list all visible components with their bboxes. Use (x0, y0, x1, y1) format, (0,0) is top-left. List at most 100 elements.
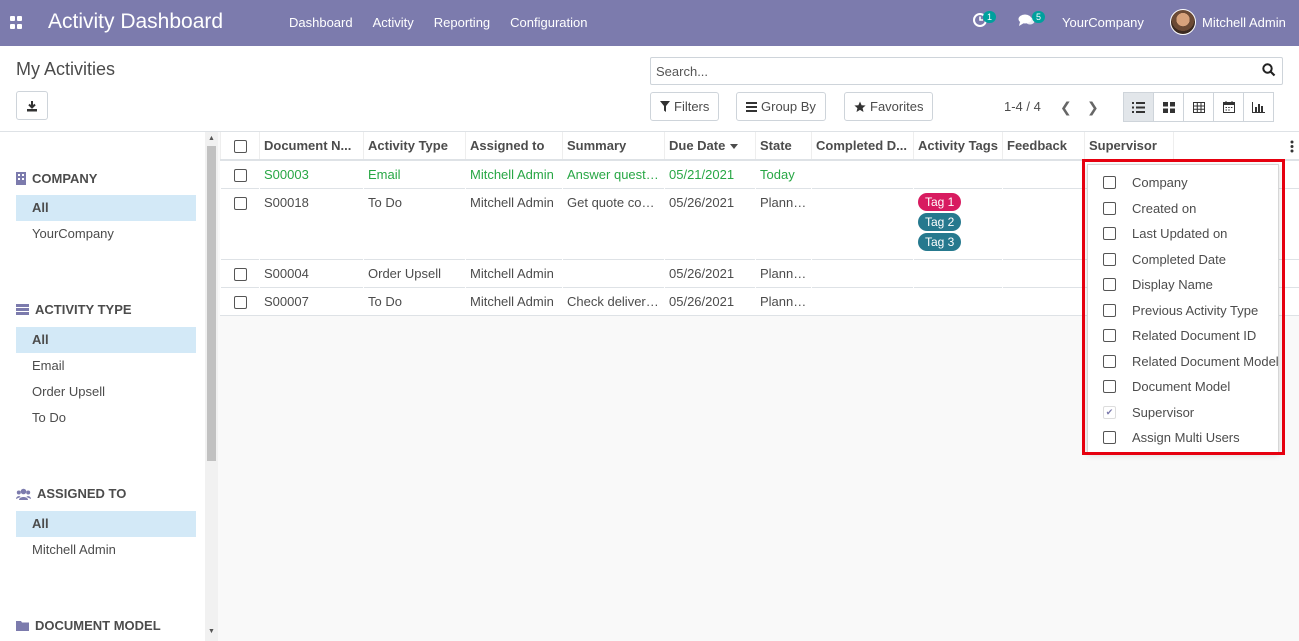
select-all-checkbox-cell[interactable] (220, 132, 260, 161)
cell-document[interactable]: S00007 (259, 287, 364, 317)
cell-summary[interactable]: Answer questi… (562, 159, 665, 189)
list-view-button[interactable] (1123, 92, 1154, 122)
filter-company-yourcompany[interactable]: YourCompany (16, 221, 196, 247)
row-checkbox[interactable] (233, 197, 247, 211)
cell-completed-date[interactable] (811, 159, 914, 189)
column-activity-type[interactable]: Activity Type (363, 132, 466, 161)
cell-assigned-to[interactable]: Mitchell Admin (465, 259, 563, 288)
row-checkbox-cell[interactable] (220, 159, 260, 189)
cell-assigned-to[interactable]: Mitchell Admin (465, 188, 563, 260)
cell-summary[interactable]: Get quote con… (562, 188, 665, 260)
cell-state[interactable]: Planned (755, 259, 812, 288)
cell-activity-type[interactable]: Email (363, 159, 466, 189)
favorites-button[interactable]: Favorites (844, 92, 934, 121)
cell-activity-tags[interactable] (913, 287, 1003, 317)
pager-value[interactable]: 1-4 / 4 (1004, 99, 1041, 114)
cell-document[interactable]: S00003 (259, 159, 364, 189)
column-activity-tags[interactable]: Activity Tags (913, 132, 1003, 161)
cell-activity-tags[interactable] (913, 159, 1003, 189)
search-icon[interactable] (1262, 63, 1276, 77)
filter-assigned-to-mitchell-admin[interactable]: Mitchell Admin (16, 537, 196, 563)
cell-due-date[interactable]: 05/26/2021 (664, 188, 756, 260)
filters-button[interactable]: Filters (650, 92, 720, 121)
cell-activity-tags[interactable] (913, 259, 1003, 288)
cell-assigned-to[interactable]: Mitchell Admin (465, 287, 563, 317)
group-by-label: Group By (761, 99, 816, 114)
cell-activity-tags[interactable]: Tag 1 Tag 2 Tag 3 (913, 188, 1003, 260)
tag-badge[interactable]: Tag 3 (918, 233, 962, 252)
column-due-date[interactable]: Due Date (664, 132, 756, 161)
cell-assigned-to[interactable]: Mitchell Admin (465, 159, 563, 189)
filter-activity-type-email[interactable]: Email (16, 353, 196, 379)
cell-feedback[interactable] (1002, 259, 1085, 288)
row-checkbox[interactable] (233, 268, 247, 282)
cell-activity-type[interactable]: To Do (363, 287, 466, 317)
cell-state[interactable]: Today (755, 159, 812, 189)
column-assigned-to[interactable]: Assigned to (465, 132, 563, 161)
scroll-thumb[interactable] (207, 146, 216, 461)
activity-type-section-title: ACTIVITY TYPE (16, 302, 132, 317)
menu-dashboard[interactable]: Dashboard (289, 15, 353, 30)
row-checkbox[interactable] (233, 169, 247, 183)
cell-due-date[interactable]: 05/26/2021 (664, 287, 756, 317)
search-input[interactable] (656, 64, 1236, 79)
activity-menu[interactable]: 1 (973, 11, 997, 30)
column-supervisor[interactable]: Supervisor (1084, 132, 1174, 161)
column-summary[interactable]: Summary (562, 132, 665, 161)
row-checkbox-cell[interactable] (220, 188, 260, 260)
search-panel-scrollbar[interactable]: ▲ ▼ (205, 132, 218, 641)
cell-state[interactable]: Planned (755, 188, 812, 260)
select-all-checkbox[interactable] (233, 140, 247, 154)
search-bar[interactable] (650, 57, 1283, 85)
cell-activity-type[interactable]: Order Upsell (363, 259, 466, 288)
menu-reporting[interactable]: Reporting (434, 15, 490, 30)
menu-activity[interactable]: Activity (373, 15, 414, 30)
cell-completed-date[interactable] (811, 287, 914, 317)
export-button[interactable] (16, 91, 48, 120)
filter-company-all[interactable]: All (16, 195, 196, 221)
scroll-up-icon[interactable]: ▲ (208, 135, 215, 142)
row-checkbox-cell[interactable] (220, 259, 260, 288)
cell-due-date[interactable]: 05/26/2021 (664, 259, 756, 288)
column-document[interactable]: Document N... (259, 132, 364, 161)
cell-completed-date[interactable] (811, 259, 914, 288)
row-checkbox-cell[interactable] (220, 287, 260, 317)
scroll-down-icon[interactable]: ▼ (208, 628, 215, 635)
cell-due-date[interactable]: 05/21/2021 (664, 159, 756, 189)
pivot-view-button[interactable] (1183, 92, 1214, 122)
tag-badge[interactable]: Tag 2 (918, 213, 962, 232)
pager-next-icon[interactable]: ❯ (1087, 99, 1099, 116)
column-state[interactable]: State (755, 132, 812, 161)
menu-configuration[interactable]: Configuration (510, 15, 587, 30)
filter-assigned-to-all[interactable]: All (16, 511, 196, 537)
search-panel: COMPANY All YourCompany ACTIVITY TYPE Al… (0, 132, 205, 641)
cell-state[interactable]: Planned (755, 287, 812, 317)
filter-activity-type-all[interactable]: All (16, 327, 196, 353)
graph-view-button[interactable] (1243, 92, 1274, 122)
calendar-view-button[interactable] (1213, 92, 1244, 122)
column-completed-date[interactable]: Completed D... (811, 132, 914, 161)
tag-badge[interactable]: Tag 1 (918, 193, 962, 212)
cell-completed-date[interactable] (811, 188, 914, 260)
cell-document[interactable]: S00018 (259, 188, 364, 260)
kebab-menu-icon[interactable] (1290, 140, 1294, 153)
column-feedback[interactable]: Feedback (1002, 132, 1085, 161)
cell-activity-type[interactable]: To Do (363, 188, 466, 260)
app-title[interactable]: Activity Dashboard (48, 10, 223, 34)
cell-feedback[interactable] (1002, 287, 1085, 317)
filter-activity-type-to-do[interactable]: To Do (16, 405, 196, 431)
cell-summary[interactable] (562, 259, 665, 288)
pager-previous-icon[interactable]: ❮ (1060, 99, 1072, 116)
cell-summary[interactable]: Check deliver… (562, 287, 665, 317)
company-switcher[interactable]: YourCompany (1062, 15, 1144, 30)
cell-feedback[interactable] (1002, 159, 1085, 189)
messaging-menu[interactable]: 5 (1018, 11, 1046, 30)
cell-feedback[interactable] (1002, 188, 1085, 260)
filter-activity-type-order-upsell[interactable]: Order Upsell (16, 379, 196, 405)
cell-document[interactable]: S00004 (259, 259, 364, 288)
apps-menu-icon[interactable] (10, 16, 23, 29)
group-by-button[interactable]: Group By (736, 92, 826, 121)
user-menu[interactable]: Mitchell Admin (1170, 9, 1286, 35)
kanban-view-button[interactable] (1153, 92, 1184, 122)
row-checkbox[interactable] (233, 296, 247, 310)
